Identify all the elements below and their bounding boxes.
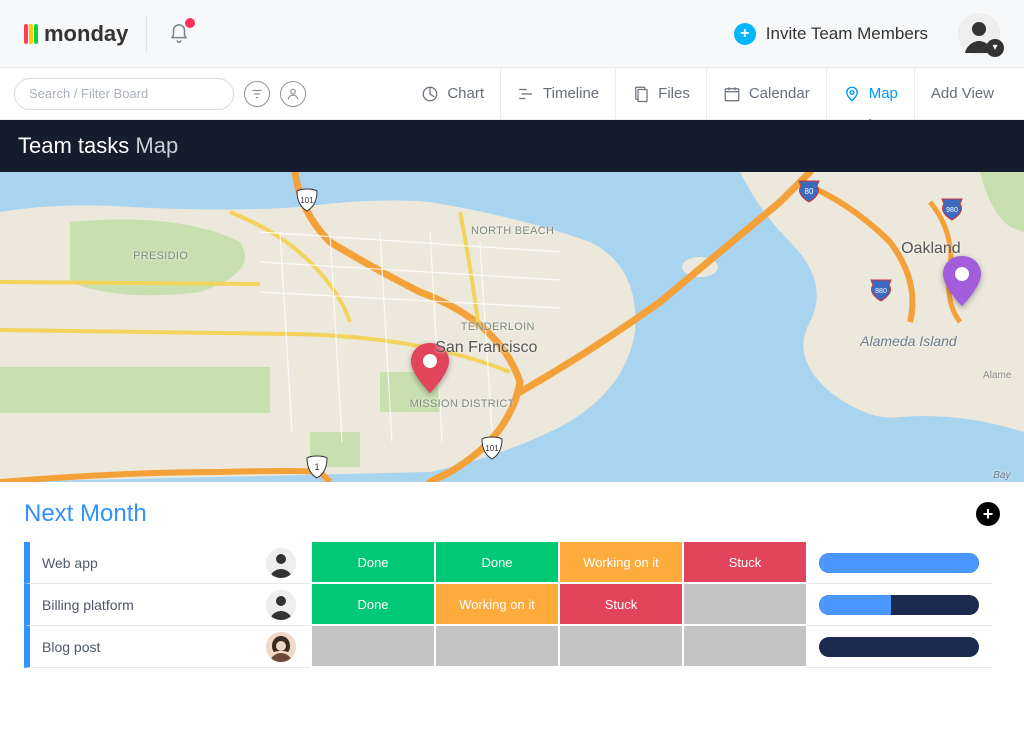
map-label-alameda-city: Alame [983, 370, 1011, 381]
calendar-icon [723, 85, 741, 103]
map-label-north-beach: NORTH BEACH [471, 225, 554, 237]
tab-label: Calendar [749, 85, 810, 102]
tab-calendar[interactable]: Calendar [706, 68, 826, 119]
tab-map[interactable]: Map [826, 68, 914, 119]
status-cell[interactable]: Working on it [434, 584, 558, 626]
tab-label: Add View [931, 85, 994, 102]
avatar-icon [266, 632, 296, 662]
table-row[interactable]: Billing platform Done Working on it Stuc… [24, 584, 1000, 626]
svg-text:101: 101 [485, 444, 499, 453]
brand-logo[interactable]: monday [24, 21, 128, 47]
map-label-oak: Oakland [901, 240, 961, 258]
pin-icon [843, 85, 861, 103]
plus-circle-icon: + [734, 23, 756, 45]
brand-name: monday [44, 21, 128, 47]
progress-cell[interactable] [806, 584, 992, 626]
filter-icon [250, 87, 264, 101]
road-shield-80: 80 [798, 179, 820, 203]
svg-text:80: 80 [805, 187, 814, 196]
avatar-icon [266, 548, 296, 578]
search-input[interactable]: Search / Filter Board [14, 78, 234, 110]
group-title[interactable]: Next Month [24, 500, 147, 528]
filter-button[interactable] [244, 81, 270, 107]
item-name[interactable]: Billing platform [24, 584, 252, 626]
group-next-month: Next Month + Web app Done Done Working o… [0, 482, 1024, 668]
item-name[interactable]: Blog post [24, 626, 252, 668]
status-cell[interactable]: Stuck [558, 584, 682, 626]
person-icon [286, 87, 300, 101]
road-shield-101: 101 [296, 188, 318, 212]
status-cell[interactable]: Done [434, 542, 558, 584]
notifications-button[interactable] [165, 20, 193, 48]
files-icon [632, 85, 650, 103]
map-view[interactable]: San Francisco Oakland NORTH BEACH PRESID… [0, 172, 1024, 482]
item-name[interactable]: Web app [24, 542, 252, 584]
status-cell[interactable]: Stuck [682, 542, 806, 584]
chart-icon [421, 85, 439, 103]
road-shield-101-b: 101 [481, 436, 503, 460]
status-cell[interactable] [310, 626, 434, 668]
divider [146, 15, 147, 53]
item-owner[interactable] [252, 542, 310, 584]
table-row[interactable]: Blog post [24, 626, 1000, 668]
chevron-down-icon: ▾ [986, 39, 1004, 57]
board-title-bar: Team tasks Map [0, 120, 1024, 172]
invite-members-button[interactable]: + Invite Team Members [734, 23, 928, 45]
notification-dot-icon [185, 18, 195, 28]
status-cell[interactable] [558, 626, 682, 668]
status-cell[interactable]: Working on it [558, 542, 682, 584]
svg-text:101: 101 [301, 196, 315, 205]
svg-text:880: 880 [875, 288, 887, 295]
road-shield-880: 880 [870, 278, 892, 302]
view-tabs: Chart Timeline Files Calendar Map Add Vi… [405, 68, 1010, 119]
item-owner[interactable] [252, 584, 310, 626]
tab-files[interactable]: Files [615, 68, 706, 119]
status-cell[interactable] [682, 626, 806, 668]
status-cell[interactable]: Done [310, 584, 434, 626]
map-label-tenderloin: TENDERLOIN [461, 321, 535, 333]
status-cell[interactable] [434, 626, 558, 668]
tab-label: Chart [447, 85, 484, 102]
app-header: monday + Invite Team Members ▾ [0, 0, 1024, 68]
tab-label: Files [658, 85, 690, 102]
timeline-icon [517, 85, 535, 103]
table-row[interactable]: Web app Done Done Working on it Stuck [24, 542, 1000, 584]
road-shield-980: 980 [941, 197, 963, 221]
progress-cell[interactable] [806, 626, 992, 668]
add-item-button[interactable]: + [976, 502, 1000, 526]
tab-label: Timeline [543, 85, 599, 102]
progress-cell[interactable] [806, 542, 992, 584]
board-title: Team tasks [18, 133, 129, 159]
tab-timeline[interactable]: Timeline [500, 68, 615, 119]
board-toolbar: Search / Filter Board Chart Timeline Fil… [0, 68, 1024, 120]
svg-text:980: 980 [946, 207, 958, 214]
avatar-icon [266, 590, 296, 620]
tab-add-view[interactable]: Add View [914, 68, 1010, 119]
logo-mark-icon [24, 24, 38, 44]
tab-label: Map [869, 85, 898, 102]
item-owner[interactable] [252, 626, 310, 668]
person-filter-button[interactable] [280, 81, 306, 107]
map-label-presidio: PRESIDIO [133, 250, 188, 262]
search-placeholder: Search / Filter Board [29, 86, 148, 101]
account-menu[interactable]: ▾ [958, 13, 1000, 55]
group-table: Web app Done Done Working on it Stuck Bi… [24, 542, 1000, 668]
status-cell[interactable] [682, 584, 806, 626]
map-label-mission: MISSION DISTRICT [410, 398, 515, 410]
road-shield-1: 1 [306, 455, 328, 479]
map-label-bay: Bay [993, 470, 1010, 481]
invite-label: Invite Team Members [766, 24, 928, 44]
map-label-alameda: Alameda Island [860, 333, 957, 349]
status-cell[interactable]: Done [310, 542, 434, 584]
tab-chart[interactable]: Chart [405, 68, 500, 119]
map-label-sf: San Francisco [435, 339, 537, 357]
board-subtitle: Map [135, 133, 178, 159]
svg-text:1: 1 [315, 462, 320, 472]
